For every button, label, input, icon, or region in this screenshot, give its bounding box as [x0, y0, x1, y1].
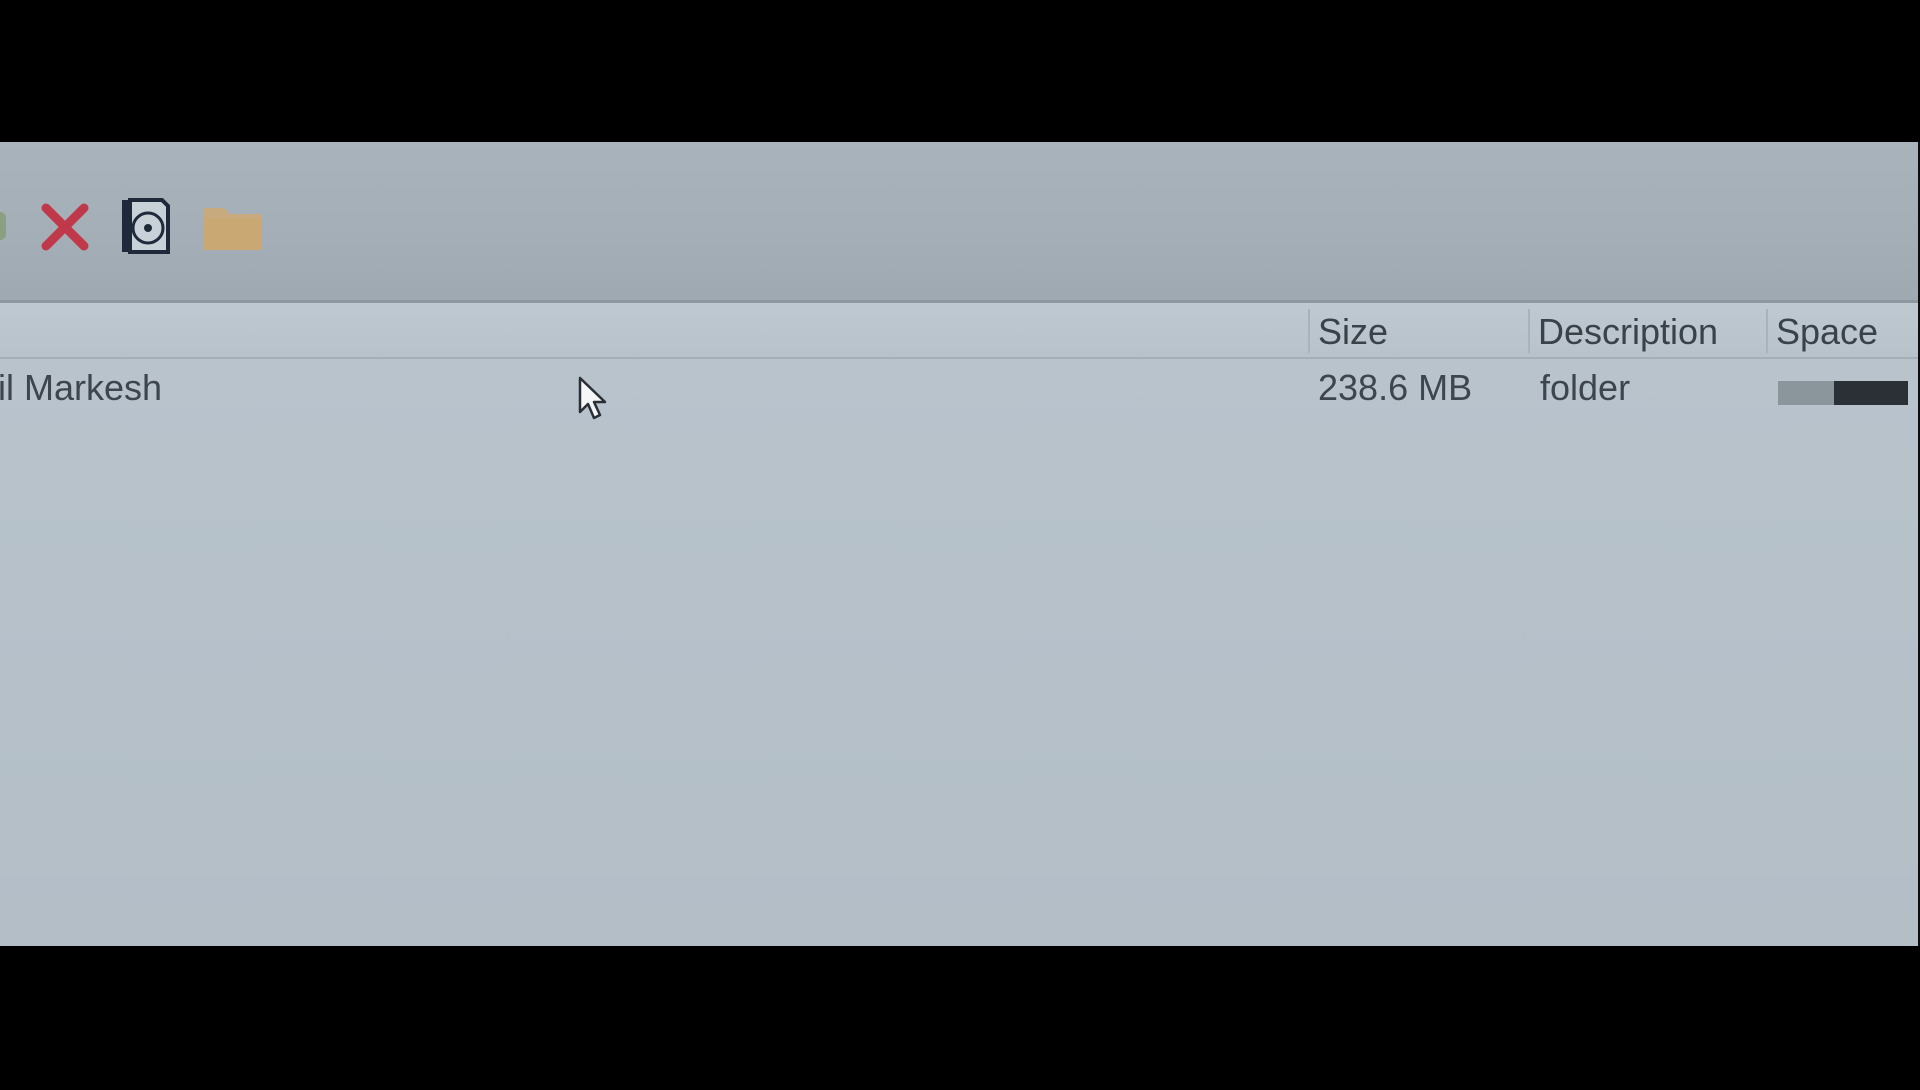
- folder-icon: [204, 208, 262, 250]
- column-header-size[interactable]: Size: [1318, 311, 1388, 353]
- mouse-cursor-icon: [578, 376, 607, 420]
- row-size: 238.6 MB: [1318, 367, 1473, 408]
- letterbox-top: [0, 0, 1920, 142]
- column-separator[interactable]: [1308, 309, 1310, 353]
- table-row[interactable]: nil Markesh 238.6 MB folder: [0, 359, 1918, 419]
- list-header: Size Description Space: [0, 303, 1918, 359]
- column-header-description[interactable]: Description: [1538, 311, 1718, 353]
- column-separator[interactable]: [1528, 309, 1530, 353]
- space-usage-bar: [1778, 381, 1908, 405]
- folder-button[interactable]: [200, 198, 266, 254]
- row-name: nil Markesh: [0, 367, 163, 408]
- letterbox-bottom: [0, 946, 1920, 1090]
- disc-button[interactable]: [116, 194, 176, 258]
- toolbar: [0, 142, 1918, 303]
- space-usage-fill: [1778, 381, 1834, 405]
- row-description: folder: [1540, 367, 1631, 408]
- app-window: Size Description Space nil Markesh 238.6…: [0, 142, 1918, 946]
- column-separator[interactable]: [1766, 309, 1768, 353]
- close-icon: [41, 203, 89, 251]
- partial-toolbar-icon[interactable]: [0, 212, 6, 240]
- column-header-space[interactable]: Space: [1776, 311, 1878, 353]
- file-list[interactable]: nil Markesh 238.6 MB folder: [0, 359, 1918, 946]
- delete-button[interactable]: [38, 198, 92, 256]
- disc-icon: [122, 198, 170, 254]
